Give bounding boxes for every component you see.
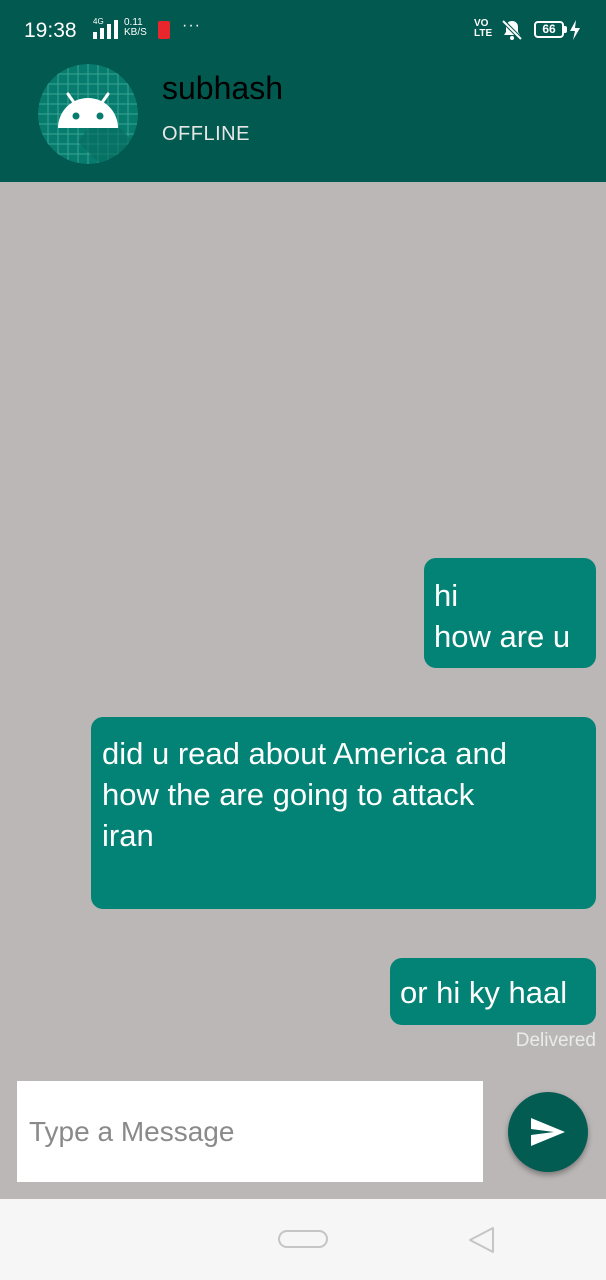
contact-name[interactable]: subhash [162,70,283,107]
android-icon [38,64,138,164]
message-bubble[interactable]: did u read about America and how the are… [91,717,596,909]
signal-icon [93,20,118,39]
message-line: how the are going to attack [102,777,475,812]
network-speed: 0.11 KB/S [124,18,147,38]
chat-area[interactable]: hi how are u did u read about America an… [0,182,606,1082]
message-bubble[interactable]: or hi ky haal [390,958,596,1025]
avatar[interactable] [38,64,138,164]
message-line: iran [102,818,154,853]
presence-status: OFFLINE [162,123,250,145]
message-line: did u read about America and [102,736,507,771]
send-button[interactable] [508,1092,588,1172]
lte-label: LTE [474,28,493,39]
charging-icon [570,20,580,40]
battery-tip [564,26,567,33]
navigation-bar [0,1199,606,1280]
volte-icon: VO LTE [474,19,492,39]
battery-icon: 66 [534,21,564,38]
status-bar: 19:38 4G 0.11 KB/S ··· VO LTE 66 [0,0,606,60]
message-line: how are u [434,619,571,654]
send-icon [531,1118,565,1146]
home-pill-icon[interactable] [278,1230,328,1248]
app-notification-icon [158,21,170,39]
message-line: hi [434,578,459,613]
status-time: 19:38 [24,19,77,42]
speed-unit: KB/S [124,27,147,38]
message-line: or hi ky haal [400,975,568,1010]
message-bubble[interactable]: hi how are u [424,558,596,668]
app-header: 19:38 4G 0.11 KB/S ··· VO LTE 66 subhash… [0,0,606,182]
message-input[interactable]: Type a Message [17,1081,483,1182]
delivery-status: Delivered [515,1030,596,1051]
back-triangle-icon[interactable] [466,1225,496,1255]
more-notifications-icon: ··· [182,17,201,34]
mute-icon [501,19,523,41]
